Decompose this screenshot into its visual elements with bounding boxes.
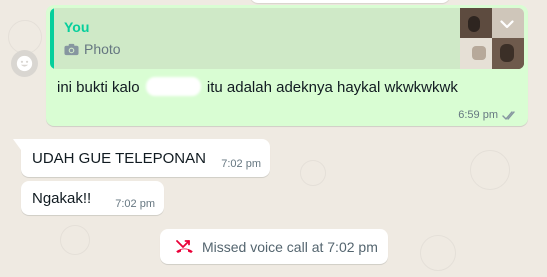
- background-doodle: [60, 225, 90, 255]
- background-doodle: [8, 20, 42, 54]
- message-time: 6:59 pm: [458, 109, 498, 121]
- smiley-icon: [16, 55, 33, 72]
- incoming-message-bubble[interactable]: Ngakak!! 7:02 pm: [21, 181, 164, 215]
- message-text-end: itu adalah adeknya haykal wkwkwkwk: [206, 79, 458, 96]
- incoming-message-bubble[interactable]: UDAH GUE TELEPONAN 7:02 pm: [13, 139, 270, 177]
- quoted-message[interactable]: You Photo: [50, 8, 524, 69]
- camera-icon: [64, 43, 79, 55]
- previous-message-edge: [250, 0, 450, 3]
- react-button[interactable]: [11, 50, 38, 77]
- bubble-tail: [13, 139, 21, 150]
- missed-call-notice[interactable]: Missed voice call at 7:02 pm: [160, 229, 388, 264]
- outgoing-message-bubble[interactable]: You Photo ini bukti kalo itu adalah adek…: [46, 5, 528, 126]
- message-text-start: ini bukti kalo: [57, 79, 140, 96]
- message-time: 7:02 pm: [221, 158, 261, 170]
- missed-call-text: Missed voice call at 7:02 pm: [202, 238, 378, 255]
- message-menu-button[interactable]: [498, 15, 516, 33]
- incoming-message-text: Ngakak!!: [32, 190, 92, 207]
- double-check-icon: [502, 110, 515, 120]
- background-doodle: [420, 235, 456, 271]
- redacted-name: [145, 77, 201, 96]
- chevron-down-icon: [500, 19, 514, 28]
- quote-author: You: [64, 19, 90, 35]
- missed-call-icon: [176, 240, 193, 253]
- quote-accent-bar: [50, 8, 54, 69]
- message-time: 7:02 pm: [115, 198, 155, 210]
- outgoing-message-text: ini bukti kalo itu adalah adeknya haykal…: [57, 77, 458, 96]
- incoming-message-text: UDAH GUE TELEPONAN: [32, 150, 206, 167]
- quote-type-label: Photo: [84, 41, 121, 57]
- quote-type: Photo: [64, 41, 121, 57]
- background-doodle: [470, 150, 510, 190]
- message-meta: 6:59 pm: [458, 109, 518, 121]
- background-doodle: [300, 160, 326, 186]
